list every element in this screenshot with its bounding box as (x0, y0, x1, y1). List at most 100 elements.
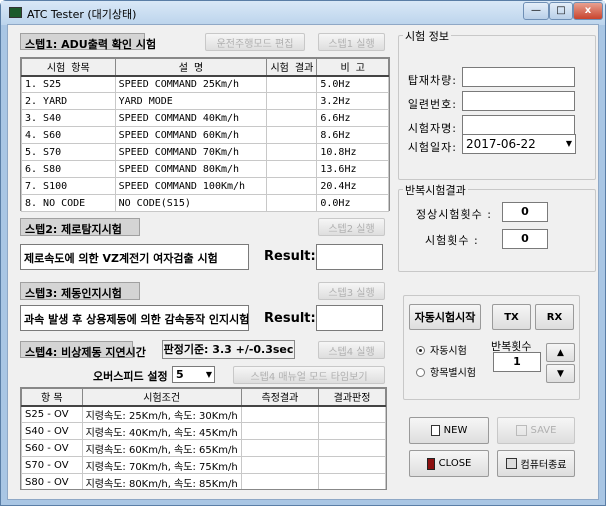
rx-button[interactable]: RX (535, 304, 574, 330)
table-row[interactable]: 3. S40 SPEED COMMAND 40Km/h 6.6Hz (21, 109, 389, 127)
table-row[interactable]: S80 - OV 지령속도: 80Km/h, 속도: 85Km/h (21, 473, 386, 489)
table-row[interactable]: S60 - OV 지령속도: 60Km/h, 속도: 65Km/h (21, 439, 386, 457)
new-label: NEW (443, 425, 468, 436)
save-icon (515, 425, 527, 436)
step1-run-button[interactable]: 스텝1 실행 (318, 33, 385, 51)
app-icon (9, 7, 22, 18)
overspeed-select[interactable]: 5 ▼ (172, 366, 215, 383)
table-row[interactable]: S40 - OV 지령속도: 40Km/h, 속도: 45Km/h (21, 422, 386, 440)
radio-auto-test[interactable]: 자동시험 (416, 342, 467, 357)
step2-result-field (316, 244, 383, 270)
step1-label: 스텝1: ADU출력 확인 시험 (20, 33, 156, 51)
table-row[interactable]: 2. YARD YARD MODE 3.2Hz (21, 92, 389, 110)
table-cell (266, 126, 318, 144)
step1-table-container: 시험 항목 설 명 시험 결과 비 고 1. S25 SPEED COMMAND … (20, 57, 390, 212)
table-row[interactable]: 7. S100 SPEED COMMAND 100Km/h 20.4Hz (21, 177, 389, 195)
column-header[interactable]: 결과판정 (318, 388, 386, 407)
test-count-label: 시험횟수 : (425, 234, 479, 247)
step3-description: 과속 발생 후 상용제동에 의한 감속동작 인지시험 (20, 305, 249, 331)
column-header[interactable]: 측정결과 (240, 388, 320, 407)
new-file-icon (430, 425, 440, 436)
table-cell: 지령속도: 40Km/h, 속도: 45Km/h (81, 422, 242, 440)
start-auto-test-button[interactable]: 자동시험시작 (409, 304, 481, 330)
increment-up-icon[interactable]: ▲ (546, 343, 575, 362)
computer-icon (505, 458, 517, 469)
table-cell: 5. S70 (21, 143, 116, 161)
table-cell (266, 92, 318, 110)
close-window-button[interactable]: x (573, 2, 603, 20)
step4-run-button[interactable]: 스텝4 실행 (318, 341, 385, 359)
column-header[interactable]: 시험 항목 (21, 58, 116, 77)
radio-item-test[interactable]: 항목별시험 (416, 364, 476, 379)
table-cell (266, 75, 318, 93)
table-row[interactable]: S70 - OV 지령속도: 70Km/h, 속도: 75Km/h (21, 456, 386, 474)
edit-drive-mode-button[interactable]: 운전주행모드 편집 (205, 33, 305, 51)
table-cell (318, 405, 386, 423)
new-button[interactable]: NEW (409, 417, 489, 444)
step3-result-field (316, 305, 383, 331)
test-info-title: 시험 정보 (403, 28, 451, 44)
close-button[interactable]: CLOSE (409, 450, 489, 477)
decrement-down-icon[interactable]: ▼ (546, 364, 575, 383)
table-cell: 0.0Hz (316, 194, 389, 212)
overspeed-label: 오버스피드 설정 : (93, 370, 176, 383)
table-cell: 1. S25 (21, 75, 116, 93)
step4-manual-mode-button[interactable]: 스텝4 매뉴얼 모드 타임보기 (233, 366, 385, 384)
table-cell: SPEED COMMAND 70Km/h (114, 143, 268, 161)
table-cell: 10.8Hz (316, 143, 389, 161)
table-cell: 8. NO CODE (21, 194, 116, 212)
table-cell: SPEED COMMAND 25Km/h (114, 75, 268, 93)
table-row[interactable]: 5. S70 SPEED COMMAND 70Km/h 10.8Hz (21, 143, 389, 161)
radio-item-label: 항목별시험 (430, 368, 476, 379)
tester-input[interactable] (462, 115, 575, 135)
table-cell: S80 - OV (21, 473, 83, 489)
radio-unselected-icon[interactable] (416, 368, 425, 377)
column-header[interactable]: 시험 결과 (266, 58, 318, 77)
repeat-count-input[interactable]: 1 (493, 352, 541, 372)
table-row[interactable]: 1. S25 SPEED COMMAND 25Km/h 5.0Hz (21, 75, 389, 93)
table-row[interactable]: S25 - OV 지령속도: 25Km/h, 속도: 30Km/h (21, 405, 386, 423)
overspeed-value: 5 (176, 368, 184, 381)
table-cell: 지령속도: 60Km/h, 속도: 65Km/h (81, 439, 242, 457)
table-cell: S40 - OV (21, 422, 83, 440)
shutdown-computer-button[interactable]: 컴퓨터종료 (497, 450, 575, 477)
vehicle-input[interactable] (462, 67, 575, 87)
shutdown-label: 컴퓨터종료 (520, 460, 567, 471)
table-row[interactable]: 4. S60 SPEED COMMAND 60Km/h 8.6Hz (21, 126, 389, 144)
table-cell: SPEED COMMAND 60Km/h (114, 126, 268, 144)
minimize-button[interactable]: — (523, 2, 549, 20)
table-cell (240, 456, 320, 474)
column-header[interactable]: 비 고 (316, 58, 389, 77)
chevron-down-icon[interactable]: ▼ (566, 139, 572, 148)
step3-result-label: Result: (264, 311, 316, 326)
tx-button[interactable]: TX (492, 304, 531, 330)
repeat-result-title: 반복시험결과 (403, 182, 468, 198)
table-row[interactable]: 8. NO CODE NO CODE(S15) 0.0Hz (21, 194, 389, 212)
repeat-result-group: 반복시험결과 (398, 182, 596, 272)
serial-input[interactable] (462, 91, 575, 111)
criteria-box: 판정기준: 3.3 +/-0.3sec (162, 340, 295, 359)
step2-label: 스텝2: 제로탐지시험 (20, 218, 140, 236)
table-cell: 5.0Hz (316, 75, 389, 93)
date-picker[interactable]: 2017-06-22 ▼ (462, 134, 576, 154)
step4-table-container: 항 목 시험조건 측정결과 결과판정 S25 - OV 지령속도: 25Km/h,… (20, 387, 387, 490)
column-header[interactable]: 항 목 (21, 388, 83, 407)
step3-run-button[interactable]: 스텝3 실행 (318, 282, 385, 300)
radio-selected-icon[interactable] (416, 346, 425, 355)
table-cell (318, 473, 386, 489)
door-exit-icon (426, 457, 435, 470)
column-header[interactable]: 시험조건 (81, 388, 242, 407)
table-cell (240, 405, 320, 423)
table-row[interactable]: 6. S80 SPEED COMMAND 80Km/h 13.6Hz (21, 160, 389, 178)
save-button[interactable]: SAVE (497, 417, 575, 444)
vehicle-label: 탑재차량: (407, 74, 457, 87)
table-cell: 3. S40 (21, 109, 116, 127)
chevron-down-icon: ▼ (205, 370, 212, 379)
table-cell (318, 439, 386, 457)
maximize-button[interactable]: □ (549, 2, 573, 20)
column-header[interactable]: 설 명 (114, 58, 268, 77)
step2-run-button[interactable]: 스텝2 실행 (318, 218, 385, 236)
radio-auto-label: 자동시험 (430, 346, 467, 357)
table-cell (240, 473, 320, 489)
serial-label: 일련번호: (407, 98, 457, 111)
